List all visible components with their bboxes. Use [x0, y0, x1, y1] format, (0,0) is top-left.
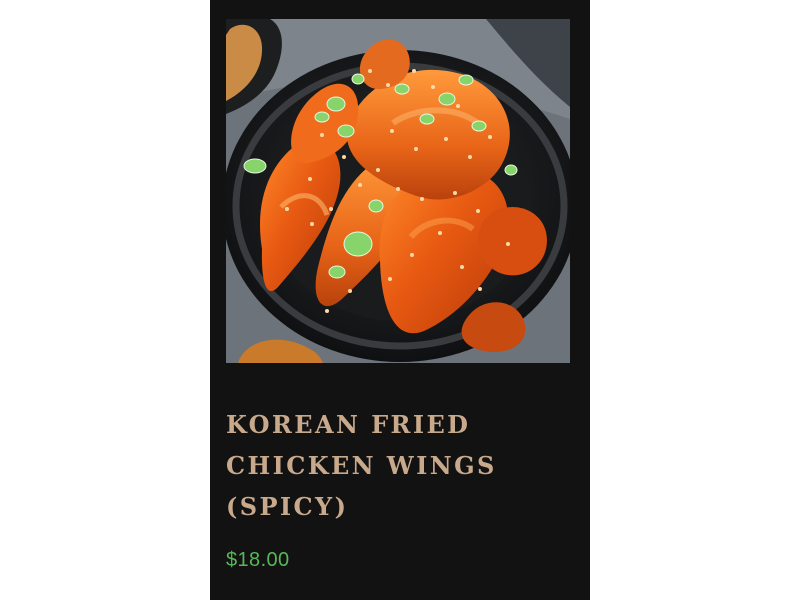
food-photo-icon	[226, 19, 570, 363]
product-price: $18.00	[226, 549, 290, 571]
menu-item-card[interactable]: KOREAN FRIED CHICKEN WINGS (SPICY) $18.0…	[210, 0, 590, 600]
page: KOREAN FRIED CHICKEN WINGS (SPICY) $18.0…	[0, 0, 800, 600]
product-image[interactable]	[226, 19, 570, 363]
product-title: KOREAN FRIED CHICKEN WINGS (SPICY)	[226, 410, 497, 521]
